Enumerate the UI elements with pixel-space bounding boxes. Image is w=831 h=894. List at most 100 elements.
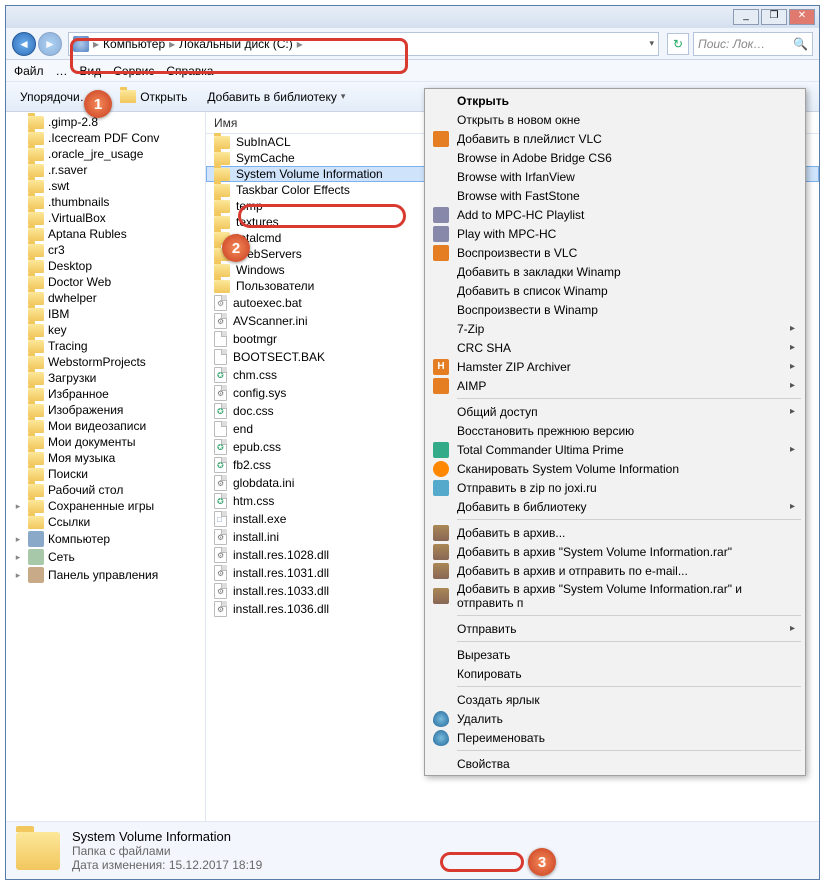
back-button[interactable]: ◄ — [12, 32, 36, 56]
menu-item[interactable]: Удалить — [427, 709, 803, 728]
folder-icon — [28, 132, 44, 145]
menu-item[interactable]: Открыть в новом окне — [427, 110, 803, 129]
menu-item[interactable]: AIMP — [427, 376, 803, 395]
menu-item[interactable]: Add to MPC-HC Playlist — [427, 205, 803, 224]
file-icon — [214, 511, 227, 527]
maximize-button[interactable]: ❐ — [761, 9, 787, 25]
menu-item[interactable]: Воспроизвести в VLC — [427, 243, 803, 262]
tree-item[interactable]: WebstormProjects — [6, 354, 205, 370]
tree-item[interactable]: Избранное — [6, 386, 205, 402]
tree-item[interactable]: Doctor Web — [6, 274, 205, 290]
tree-item[interactable]: Моя музыка — [6, 450, 205, 466]
nav-tree[interactable]: .gimp-2.8.Icecream PDF Conv.oracle_jre_u… — [6, 112, 206, 821]
tree-item-net[interactable]: ▸Сеть — [6, 548, 205, 566]
folder-icon — [214, 216, 230, 229]
tree-item[interactable]: .swt — [6, 178, 205, 194]
menu-item[interactable]: Отправить — [427, 619, 803, 638]
tree-item[interactable]: IBM — [6, 306, 205, 322]
tree-item[interactable]: Ссылки — [6, 514, 205, 530]
forward-button[interactable]: ► — [38, 32, 62, 56]
file-icon — [214, 295, 227, 311]
folder-icon — [28, 452, 44, 465]
tree-item[interactable]: .r.saver — [6, 162, 205, 178]
tree-item[interactable]: Изображения — [6, 402, 205, 418]
add-library-button[interactable]: Добавить в библиотеку — [201, 88, 351, 106]
menu-edit[interactable]: … — [56, 64, 68, 78]
tree-item[interactable]: Aptana Rubles — [6, 226, 205, 242]
tree-item[interactable]: dwhelper — [6, 290, 205, 306]
menu-item[interactable]: Открыть — [427, 91, 803, 110]
file-icon — [214, 475, 227, 491]
menu-item[interactable]: Создать ярлык — [427, 690, 803, 709]
tree-item[interactable]: Мои видеозаписи — [6, 418, 205, 434]
menu-item[interactable]: CRC SHA — [427, 338, 803, 357]
menu-view[interactable]: Вид — [80, 64, 102, 78]
menu-item[interactable]: Отправить в zip по joxi.ru — [427, 478, 803, 497]
minimize-button[interactable]: _ — [733, 9, 759, 25]
menu-item[interactable]: Добавить в архив... — [427, 523, 803, 542]
tree-item[interactable]: ▸Сохраненные игры — [6, 498, 205, 514]
menu-item[interactable]: Добавить в плейлист VLC — [427, 129, 803, 148]
menu-item[interactable]: Общий доступ — [427, 402, 803, 421]
tree-item[interactable]: Desktop — [6, 258, 205, 274]
menu-separator — [457, 398, 801, 399]
tree-item-comp[interactable]: ▸Компьютер — [6, 530, 205, 548]
breadcrumb-root[interactable]: Компьютер — [103, 37, 165, 51]
menu-item[interactable]: Play with MPC-HC — [427, 224, 803, 243]
tree-item[interactable]: Загрузки — [6, 370, 205, 386]
tree-item-cp[interactable]: ▸Панель управления — [6, 566, 205, 584]
search-input[interactable]: Поис: Лок… 🔍 — [693, 32, 813, 56]
context-menu[interactable]: ОткрытьОткрыть в новом окнеДобавить в пл… — [424, 88, 806, 776]
open-button[interactable]: Открыть — [114, 88, 193, 106]
menu-item[interactable]: Копировать — [427, 664, 803, 683]
tree-item[interactable]: Tracing — [6, 338, 205, 354]
tree-item[interactable]: .VirtualBox — [6, 210, 205, 226]
menu-item[interactable]: Сканировать System Volume Information — [427, 459, 803, 478]
breadcrumb-dropdown[interactable]: ▾ — [649, 38, 654, 49]
menu-service[interactable]: Сервис — [113, 64, 154, 78]
menu-item[interactable]: Browse with FastStone — [427, 186, 803, 205]
menu-item[interactable]: Восстановить прежнюю версию — [427, 421, 803, 440]
menu-item[interactable]: Переименовать — [427, 728, 803, 747]
tree-item[interactable]: Мои документы — [6, 434, 205, 450]
menu-item[interactable]: Вырезать — [427, 645, 803, 664]
menu-item[interactable]: Воспроизвести в Winamp — [427, 300, 803, 319]
tree-item[interactable]: .oracle_jre_usage — [6, 146, 205, 162]
menu-item[interactable]: Добавить в библиотеку — [427, 497, 803, 516]
menu-file[interactable]: Файл — [14, 64, 44, 78]
menu-item[interactable]: 7-Zip — [427, 319, 803, 338]
menu-item[interactable]: Browse with IrfanView — [427, 167, 803, 186]
tree-item[interactable]: Рабочий стол — [6, 482, 205, 498]
folder-icon — [28, 148, 44, 161]
menu-item[interactable]: Свойства — [427, 754, 803, 773]
menu-help[interactable]: Справка — [166, 64, 213, 78]
folder-icon — [28, 324, 44, 337]
menu-item[interactable]: Добавить в список Winamp — [427, 281, 803, 300]
folder-icon — [16, 832, 60, 870]
menu-item[interactable]: HHamster ZIP Archiver — [427, 357, 803, 376]
tree-item[interactable]: .gimp-2.8 — [6, 114, 205, 130]
menu-item[interactable]: Добавить в архив и отправить по e-mail..… — [427, 561, 803, 580]
menu-item[interactable]: Добавить в архив "System Volume Informat… — [427, 542, 803, 561]
tree-item[interactable]: .Icecream PDF Conv — [6, 130, 205, 146]
menu-item[interactable]: Добавить в архив "System Volume Informat… — [427, 580, 803, 612]
breadcrumb[interactable]: ▸ Компьютер ▸ Локальный диск (C:) ▸ ▾ — [68, 32, 659, 56]
menu-item[interactable]: Browse in Adobe Bridge CS6 — [427, 148, 803, 167]
folder-icon — [28, 516, 44, 529]
folder-icon — [28, 356, 44, 369]
folder-icon — [28, 500, 44, 513]
tree-item[interactable]: key — [6, 322, 205, 338]
folder-icon — [28, 212, 44, 225]
menu-item[interactable]: Total Commander Ultima Prime — [427, 440, 803, 459]
tree-item[interactable]: cr3 — [6, 242, 205, 258]
tree-item[interactable]: Поиски — [6, 466, 205, 482]
close-button[interactable]: ✕ — [789, 9, 815, 25]
folder-icon — [28, 436, 44, 449]
tree-item[interactable]: .thumbnails — [6, 194, 205, 210]
refresh-button[interactable]: ↻ — [667, 33, 689, 55]
menu-item[interactable]: Добавить в закладки Winamp — [427, 262, 803, 281]
file-icon — [214, 547, 227, 563]
folder-icon — [28, 164, 44, 177]
breadcrumb-disk[interactable]: Локальный диск (C:) — [179, 37, 293, 51]
search-placeholder: Поис: Лок… — [698, 37, 765, 51]
